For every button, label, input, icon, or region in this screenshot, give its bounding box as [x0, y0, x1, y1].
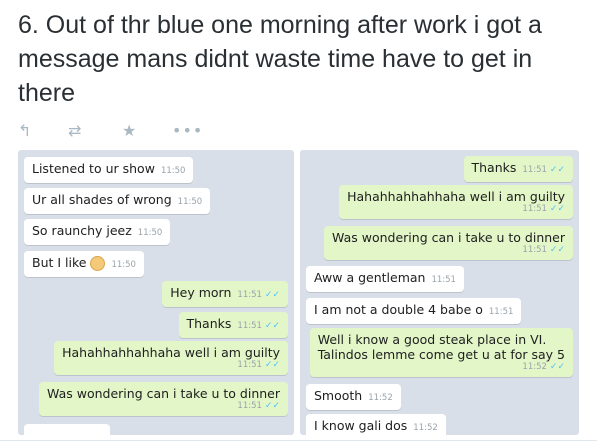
message-bubble: Aww a gentleman 11:51 [306, 266, 464, 292]
message-time: 11:50 [111, 260, 136, 270]
message-bubble: Was wondering can i take u to dinner 11:… [39, 382, 288, 416]
message-time: 11:51 [522, 204, 547, 214]
message-bubble: Thanks 11:51 ✓✓ [178, 312, 288, 338]
message-time: 11:51 [237, 321, 262, 331]
message-text: Was wondering can i take u to dinner [47, 386, 280, 401]
message-text: Was wondering can i take u to dinner [332, 230, 565, 245]
message-time: 11:51 [431, 275, 456, 285]
retweet-icon[interactable]: ⇄ [68, 121, 81, 141]
message-time: 11:51 [522, 165, 547, 175]
read-ticks-icon: ✓✓ [549, 362, 565, 372]
more-icon[interactable]: ••• [172, 121, 203, 141]
read-ticks-icon: ✓✓ [549, 245, 565, 255]
message-bubble: But I like 11:50 [24, 251, 144, 277]
message-text: Aww a gentleman [314, 270, 426, 285]
message-bubble: I know gali dos 11:52 [306, 414, 446, 435]
message-bubble: Listened to ur show 11:50 [24, 157, 194, 183]
message-bubble: I am not a double 4 babe o 11:51 [306, 298, 522, 324]
message-text: I know gali dos [314, 418, 408, 433]
message-time: 11:51 [522, 245, 547, 255]
message-bubble: Was wondering can i take u to dinner 11:… [324, 226, 573, 260]
message-time: 11:51 [237, 401, 262, 411]
message-time: 11:52 [368, 393, 393, 403]
message-text: I am not a double 4 babe o [314, 302, 483, 317]
message-bubble: Smooth 11:52 [306, 384, 401, 410]
message-time: 11:52 [413, 423, 438, 433]
message-bubble: Well i know a good steak place in VI. Ta… [309, 328, 573, 377]
message-time: 11:52 [522, 362, 547, 372]
message-text: Listened to ur show [32, 161, 155, 176]
message-text: Thanks [471, 160, 517, 175]
message-bubble: Hahahhahhahhaha well i am guilty 11:51 ✓✓ [339, 185, 573, 219]
message-text: Hahahhahhahhaha well i am guilty [62, 345, 280, 360]
read-ticks-icon: ✓✓ [264, 321, 280, 331]
message-time: 11:51 [237, 290, 262, 300]
message-time: 11:50 [177, 197, 203, 207]
read-ticks-icon: ✓✓ [264, 360, 280, 370]
message-bubble: So raunchy jeez 11:50 [24, 219, 171, 245]
message-time: 11:51 [488, 307, 514, 317]
read-ticks-icon: ✓✓ [549, 165, 565, 175]
tweet-divider [0, 440, 597, 441]
message-time: 11:50 [160, 166, 186, 176]
read-ticks-icon: ✓✓ [264, 401, 280, 411]
message-bubble: Thanks 11:51 ✓✓ [463, 156, 573, 182]
message-time: 11:51 [237, 360, 262, 370]
read-ticks-icon: ✓✓ [264, 290, 280, 300]
star-icon[interactable]: ★ [122, 121, 136, 141]
message-bubble: Ur all shades of wrong 11:50 [24, 188, 211, 214]
chat-screenshot-left: Listened to ur show 11:50 Ur all shades o… [18, 150, 294, 435]
message-bubble: Hahahhahhahhaha well i am guilty 11:51 ✓✓ [54, 341, 288, 375]
message-text: Hahahhahhahhaha well i am guilty [347, 189, 565, 204]
message-text: Smooth [314, 388, 363, 403]
message-text: So raunchy jeez [32, 223, 132, 238]
chat-screenshot-right: Thanks 11:51 ✓✓ Hahahhahhahhaha well i am … [300, 150, 579, 435]
message-text: Well i know a good steak place in VI. [317, 332, 547, 347]
read-ticks-icon: ✓✓ [549, 204, 565, 214]
tweet-media[interactable]: Listened to ur show 11:50 Ur all shades o… [18, 150, 580, 435]
message-text-line-2: Talindos lemme come get u at for say 5 [317, 347, 565, 362]
reply-icon[interactable]: ↰ [18, 121, 31, 141]
message-bubble: Hey morn 11:51 ✓✓ [162, 281, 288, 307]
message-text: Hey morn [170, 285, 232, 300]
ok-hand-emoji-icon [90, 256, 106, 271]
message-time: 11:50 [137, 228, 163, 238]
message-text: Ur all shades of wrong [32, 192, 172, 207]
message-bubble-partial [24, 424, 110, 435]
message-text: Thanks [186, 316, 232, 331]
tweet-text: 6. Out of thr blue one morning after wor… [18, 11, 542, 107]
message-text: But I like [32, 255, 87, 270]
